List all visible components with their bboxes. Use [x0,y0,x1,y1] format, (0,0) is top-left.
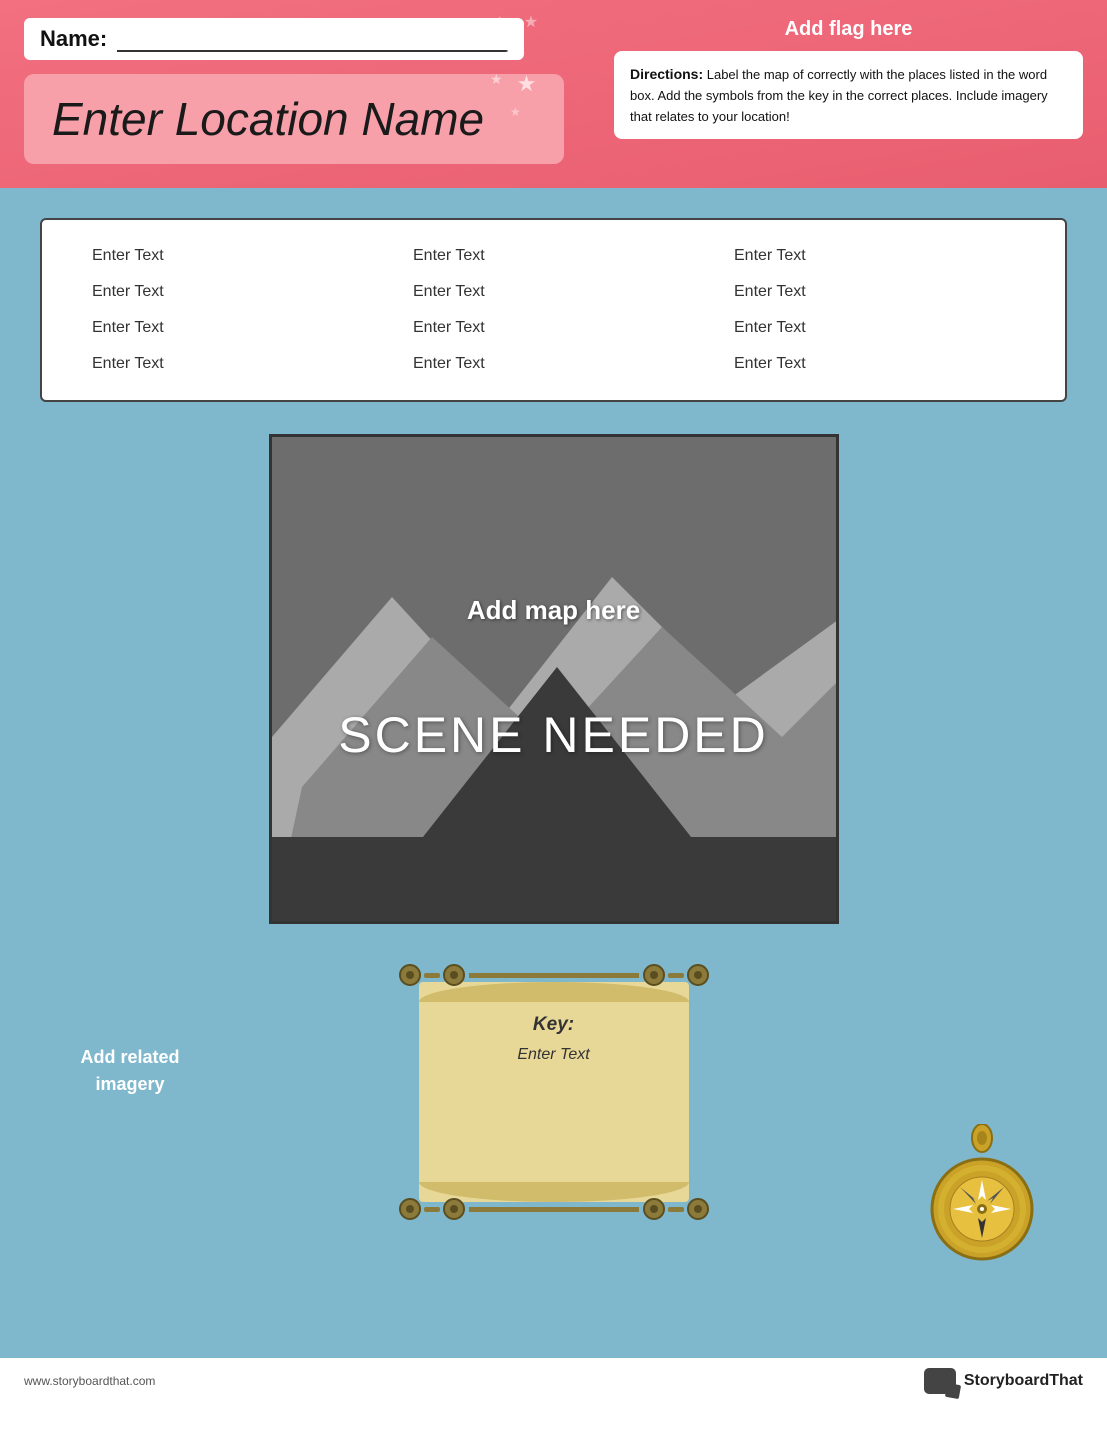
word-cell: Enter Text [714,350,1035,378]
map-labels: Add map here SCENE NEEDED [272,437,836,921]
word-cell: Enter Text [72,314,393,342]
location-title-box: Enter Location Name [24,74,564,164]
bottom-section: Add related imagery [40,964,1067,1264]
word-box: Enter Text Enter Text Enter Text Enter T… [40,218,1067,402]
brand-name: StoryboardThat [964,1372,1083,1390]
scroll-widget: Key: Enter Text [399,964,709,1220]
right-knob-bottom [643,1198,709,1220]
main-content: Enter Text Enter Text Enter Text Enter T… [0,188,1107,1358]
add-imagery-label: Add related imagery [60,1044,200,1098]
footer-url: www.storyboardthat.com [24,1374,155,1388]
word-cell: Enter Text [72,278,393,306]
name-row: Name: [24,18,524,60]
scroll-content: Key: Enter Text [517,1010,589,1064]
word-cell: Enter Text [714,278,1035,306]
footer: www.storyboardthat.com StoryboardThat [0,1358,1107,1404]
brand-icon [924,1368,956,1394]
key-enter-text: Enter Text [517,1046,589,1064]
location-title: Enter Location Name [52,93,484,145]
footer-brand: StoryboardThat [924,1368,1083,1394]
word-cell: Enter Text [72,350,393,378]
add-map-label: Add map here [467,595,640,626]
map-container: Add map here SCENE NEEDED [269,434,839,924]
left-knob-bottom [399,1198,465,1220]
word-cell: Enter Text [714,242,1035,270]
key-label: Key: [517,1014,589,1036]
scroll-bottom-rod [399,1198,709,1220]
word-cell: Enter Text [393,242,714,270]
right-knob-top [643,964,709,986]
flag-label: Add flag here [614,18,1083,41]
directions-label: Directions: [630,66,703,82]
header-right: Add flag here Directions: Label the map … [584,18,1083,139]
word-cell: Enter Text [72,242,393,270]
word-cell: Enter Text [393,278,714,306]
compass-icon [917,1124,1047,1264]
word-grid: Enter Text Enter Text Enter Text Enter T… [72,242,1035,378]
scroll-body: Key: Enter Text [419,982,689,1202]
word-cell: Enter Text [714,314,1035,342]
scene-needed-label: SCENE NEEDED [338,706,769,764]
compass [917,1124,1047,1264]
word-cell: Enter Text [393,350,714,378]
name-label: Name: [40,26,107,52]
scroll-top-rod [399,964,709,986]
word-cell: Enter Text [393,314,714,342]
left-knob-top [399,964,465,986]
directions-box: Directions: Label the map of correctly w… [614,51,1083,139]
name-underline [117,26,508,52]
